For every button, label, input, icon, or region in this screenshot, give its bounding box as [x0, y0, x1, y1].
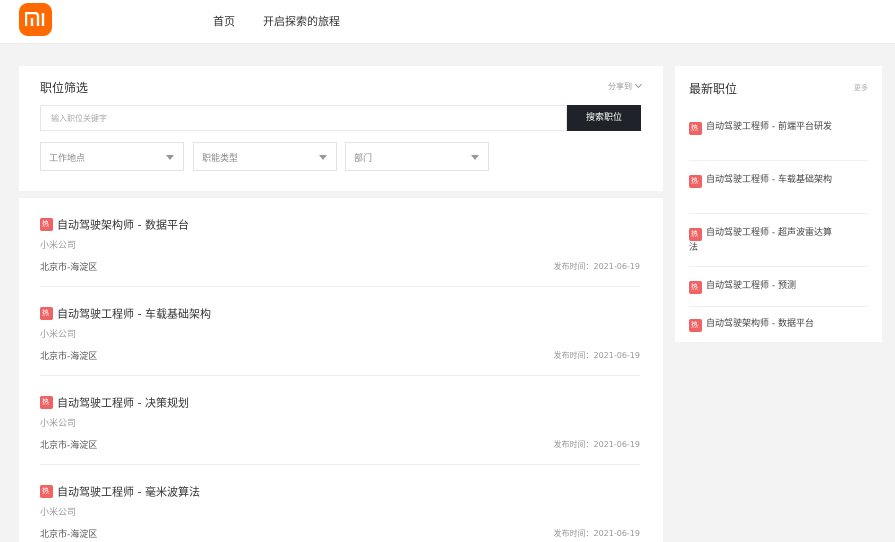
location-select-label: 工作地点	[49, 154, 86, 164]
job-publish-date: 发布时间：2021-06-19	[553, 262, 641, 271]
job-company: 小米公司	[40, 330, 77, 340]
job-publish-date: 发布时间：2021-06-19	[553, 440, 641, 449]
job-title-row: 热自动驾驶工程师 - 决策规划	[40, 392, 189, 410]
job-company: 小米公司	[40, 241, 77, 251]
job-location: 北京市-海淀区	[40, 352, 98, 362]
top-header: 首页 开启探索的旅程	[0, 0, 895, 44]
job-list-item[interactable]: 热自动驾驶架构师 - 数据平台 小米公司 北京市-海淀区 发布时间：2021-0…	[40, 198, 640, 287]
department-select-label: 部门	[354, 154, 373, 164]
share-label: 分享到	[608, 82, 632, 91]
latest-job-title[interactable]: 自动驾驶工程师 - 前端平台研发	[689, 120, 839, 135]
job-filter-panel: 职位筛选 分享到 搜索职位 工作地点 职能类型 部门	[19, 66, 663, 191]
job-company: 小米公司	[40, 508, 77, 518]
job-location: 北京市-海淀区	[40, 263, 98, 273]
function-type-select-label: 职能类型	[202, 154, 239, 164]
department-select[interactable]: 部门	[345, 142, 489, 171]
hot-badge-icon: 热	[40, 396, 53, 409]
latest-job-item[interactable]: 热 自动驾驶工程师 - 超声波雷达算法	[689, 226, 868, 267]
latest-job-title[interactable]: 自动驾驶架构师 - 数据平台	[706, 317, 836, 332]
latest-job-item[interactable]: 热 自动驾驶工程师 - 预测	[689, 279, 868, 307]
job-publish-date: 发布时间：2021-06-19	[553, 529, 641, 538]
hot-badge-icon: 热	[689, 319, 702, 332]
job-location: 北京市-海淀区	[40, 441, 98, 451]
job-title-row: 热自动驾驶工程师 - 毫米波算法	[40, 481, 200, 499]
job-list-item[interactable]: 热自动驾驶工程师 - 车载基础架构 小米公司 北京市-海淀区 发布时间：2021…	[40, 287, 640, 376]
mi-logo-icon[interactable]	[19, 3, 52, 36]
more-link[interactable]: 更多	[854, 83, 868, 93]
function-type-select[interactable]: 职能类型	[193, 142, 337, 171]
job-list-item[interactable]: 热自动驾驶工程师 - 毫米波算法 小米公司 北京市-海淀区 发布时间：2021-…	[40, 465, 640, 542]
share-button[interactable]: 分享到	[608, 80, 643, 92]
job-list-item[interactable]: 热自动驾驶工程师 - 决策规划 小米公司 北京市-海淀区 发布时间：2021-0…	[40, 376, 640, 465]
job-title[interactable]: 自动驾驶架构师 - 数据平台	[57, 219, 189, 232]
job-title[interactable]: 自动驾驶工程师 - 决策规划	[57, 397, 189, 410]
caret-down-icon	[166, 155, 174, 160]
latest-job-title[interactable]: 自动驾驶工程师 - 超声波雷达算法	[689, 226, 839, 256]
hot-badge-icon: 热	[40, 307, 53, 320]
job-title[interactable]: 自动驾驶工程师 - 毫米波算法	[57, 486, 200, 499]
hot-badge-icon: 热	[40, 218, 53, 231]
job-title[interactable]: 自动驾驶工程师 - 车载基础架构	[57, 308, 211, 321]
job-company: 小米公司	[40, 419, 77, 429]
job-publish-date: 发布时间：2021-06-19	[553, 351, 641, 360]
job-keyword-input[interactable]	[40, 105, 567, 131]
filter-title: 职位筛选	[40, 81, 89, 95]
chevron-down-icon	[634, 80, 643, 89]
nav-explore-journey[interactable]: 开启探索的旅程	[263, 13, 340, 29]
latest-job-title[interactable]: 自动驾驶工程师 - 车载基础架构	[689, 173, 839, 188]
latest-job-item[interactable]: 热 自动驾驶工程师 - 前端平台研发	[689, 120, 868, 161]
latest-job-item[interactable]: 热 自动驾驶架构师 - 数据平台	[689, 317, 868, 337]
latest-jobs-title: 最新职位	[689, 82, 738, 96]
caret-down-icon	[319, 155, 327, 160]
caret-down-icon	[471, 155, 479, 160]
job-location: 北京市-海淀区	[40, 530, 98, 540]
hot-badge-icon: 热	[689, 281, 702, 294]
job-title-row: 热自动驾驶架构师 - 数据平台	[40, 214, 189, 232]
job-title-row: 热自动驾驶工程师 - 车载基础架构	[40, 303, 211, 321]
location-select[interactable]: 工作地点	[40, 142, 184, 171]
job-list-panel: 热自动驾驶架构师 - 数据平台 小米公司 北京市-海淀区 发布时间：2021-0…	[19, 198, 663, 542]
latest-job-item[interactable]: 热 自动驾驶工程师 - 车载基础架构	[689, 173, 868, 214]
search-jobs-button[interactable]: 搜索职位	[567, 105, 641, 131]
nav-home[interactable]: 首页	[213, 13, 235, 29]
latest-job-title[interactable]: 自动驾驶工程师 - 预测	[706, 279, 836, 294]
latest-jobs-panel: 最新职位 更多 热 自动驾驶工程师 - 前端平台研发 热 自动驾驶工程师 - 车…	[675, 66, 882, 342]
hot-badge-icon: 热	[40, 485, 53, 498]
